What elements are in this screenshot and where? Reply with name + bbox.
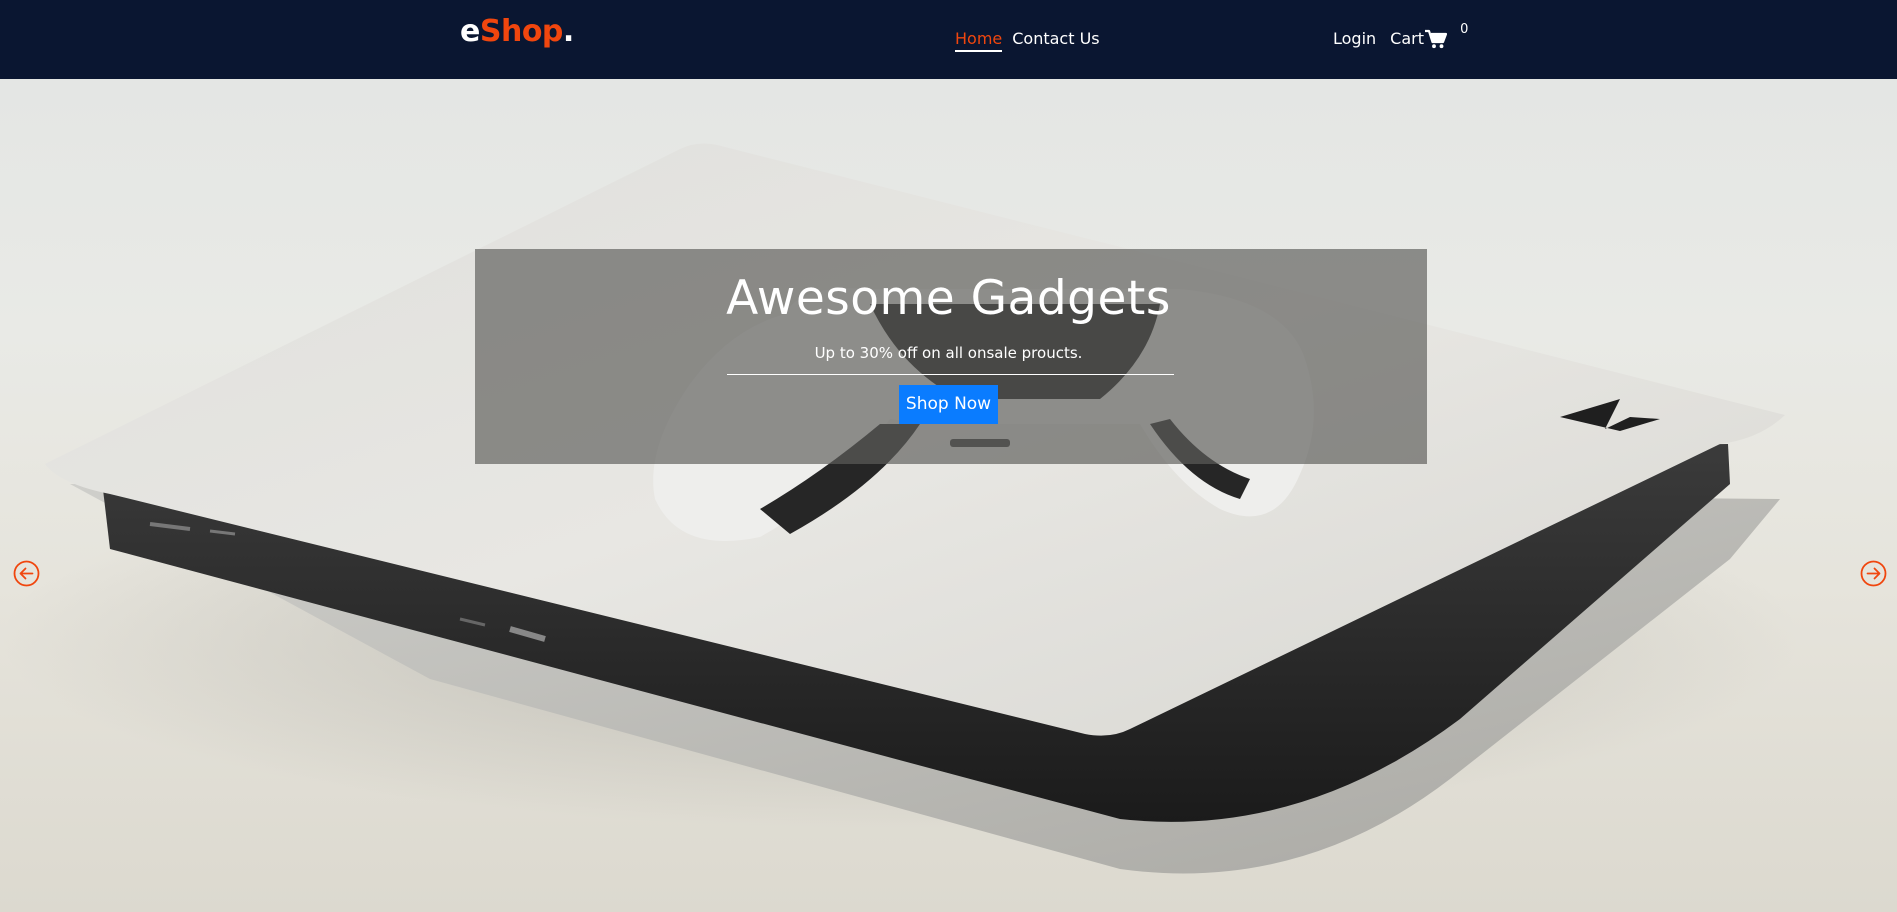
nav-link-contact-us[interactable]: Contact Us: [1012, 29, 1099, 52]
hero-background-image: [0, 143, 1800, 874]
brand-logo-dot: .: [562, 14, 574, 49]
cart-count-badge: 0: [1460, 22, 1469, 37]
top-navbar: e Shop. Home Contact Us Login Cart 0: [0, 0, 1897, 79]
hero-title: Awesome Gadgets: [726, 271, 1171, 326]
main-nav: Home Contact Us: [955, 29, 1100, 52]
hero-divider: [727, 374, 1174, 375]
brand-logo[interactable]: e Shop.: [460, 14, 574, 49]
cart-label: Cart: [1390, 29, 1424, 48]
account-nav: Login Cart 0: [1333, 22, 1468, 49]
login-link[interactable]: Login: [1333, 29, 1376, 49]
hero-carousel: [0, 79, 1897, 912]
arrow-right-circle-icon: [1860, 560, 1887, 587]
nav-link-home[interactable]: Home: [955, 29, 1003, 52]
cart-link[interactable]: Cart 0: [1390, 22, 1468, 49]
shop-now-button[interactable]: Shop Now: [899, 385, 998, 424]
shopping-cart-icon: [1425, 29, 1447, 49]
carousel-prev-button[interactable]: [13, 560, 40, 587]
brand-logo-prefix: e: [460, 14, 480, 49]
hero-subtitle: Up to 30% off on all onsale proucts.: [814, 344, 1083, 362]
brand-logo-name: Shop: [479, 14, 564, 49]
arrow-left-circle-icon: [13, 560, 40, 587]
carousel-next-button[interactable]: [1860, 560, 1887, 587]
